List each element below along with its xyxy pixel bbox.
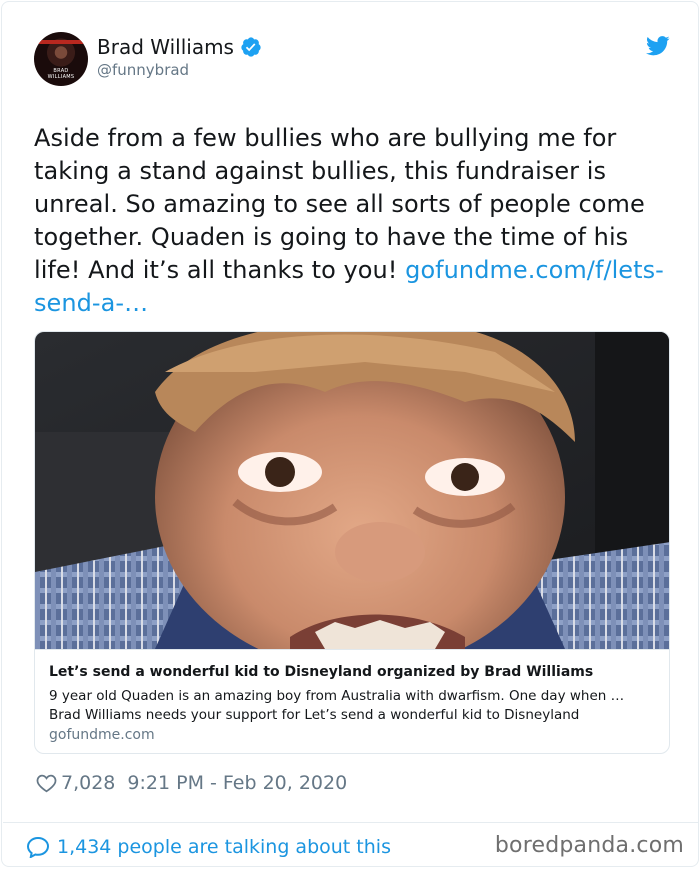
like-count[interactable]: 7,028	[61, 772, 115, 794]
speech-bubble-icon	[26, 836, 50, 858]
avatar-caption: BRAD WILLIAMS	[47, 68, 75, 80]
card-domain: gofundme.com	[49, 727, 155, 743]
card-description: 9 year old Quaden is an amazing boy from…	[49, 687, 661, 725]
heart-icon[interactable]	[36, 773, 57, 793]
author-handle[interactable]: @funnybrad	[97, 61, 189, 79]
card-image[interactable]	[35, 332, 670, 649]
card-title[interactable]: Let’s send a wonderful kid to Disneyland…	[49, 664, 659, 680]
avatar[interactable]: BRAD WILLIAMS	[34, 32, 88, 86]
conversation-link[interactable]: 1,434 people are talking about this	[57, 836, 391, 858]
verified-badge-icon	[241, 37, 261, 57]
tweet-header: BRAD WILLIAMS Brad Williams @funnybrad	[34, 32, 674, 90]
avatar-stripe	[34, 40, 88, 44]
author-name[interactable]: Brad Williams	[97, 35, 234, 59]
card-description-line: Brad Williams needs your support for Let…	[49, 707, 580, 723]
author-name-row: Brad Williams	[97, 34, 262, 60]
tweet-text: Aside from a few bullies who are bullyin…	[34, 122, 674, 320]
link-preview-card[interactable]: Let’s send a wonderful kid to Disneyland…	[34, 331, 670, 754]
watermark: boredpanda.com	[494, 833, 684, 858]
tweet-card: BRAD WILLIAMS Brad Williams @funnybrad A…	[1, 1, 699, 867]
card-body: Let’s send a wonderful kid to Disneyland…	[35, 649, 669, 753]
twitter-bird-icon[interactable]	[646, 36, 670, 56]
tweet-meta: 7,028 9:21 PM - Feb 20, 2020	[36, 770, 347, 796]
card-description-line: 9 year old Quaden is an amazing boy from…	[49, 688, 625, 704]
footer-divider	[3, 822, 699, 823]
tweet-footer[interactable]: 1,434 people are talking about this	[26, 834, 391, 860]
timestamp[interactable]: 9:21 PM - Feb 20, 2020	[127, 772, 347, 794]
